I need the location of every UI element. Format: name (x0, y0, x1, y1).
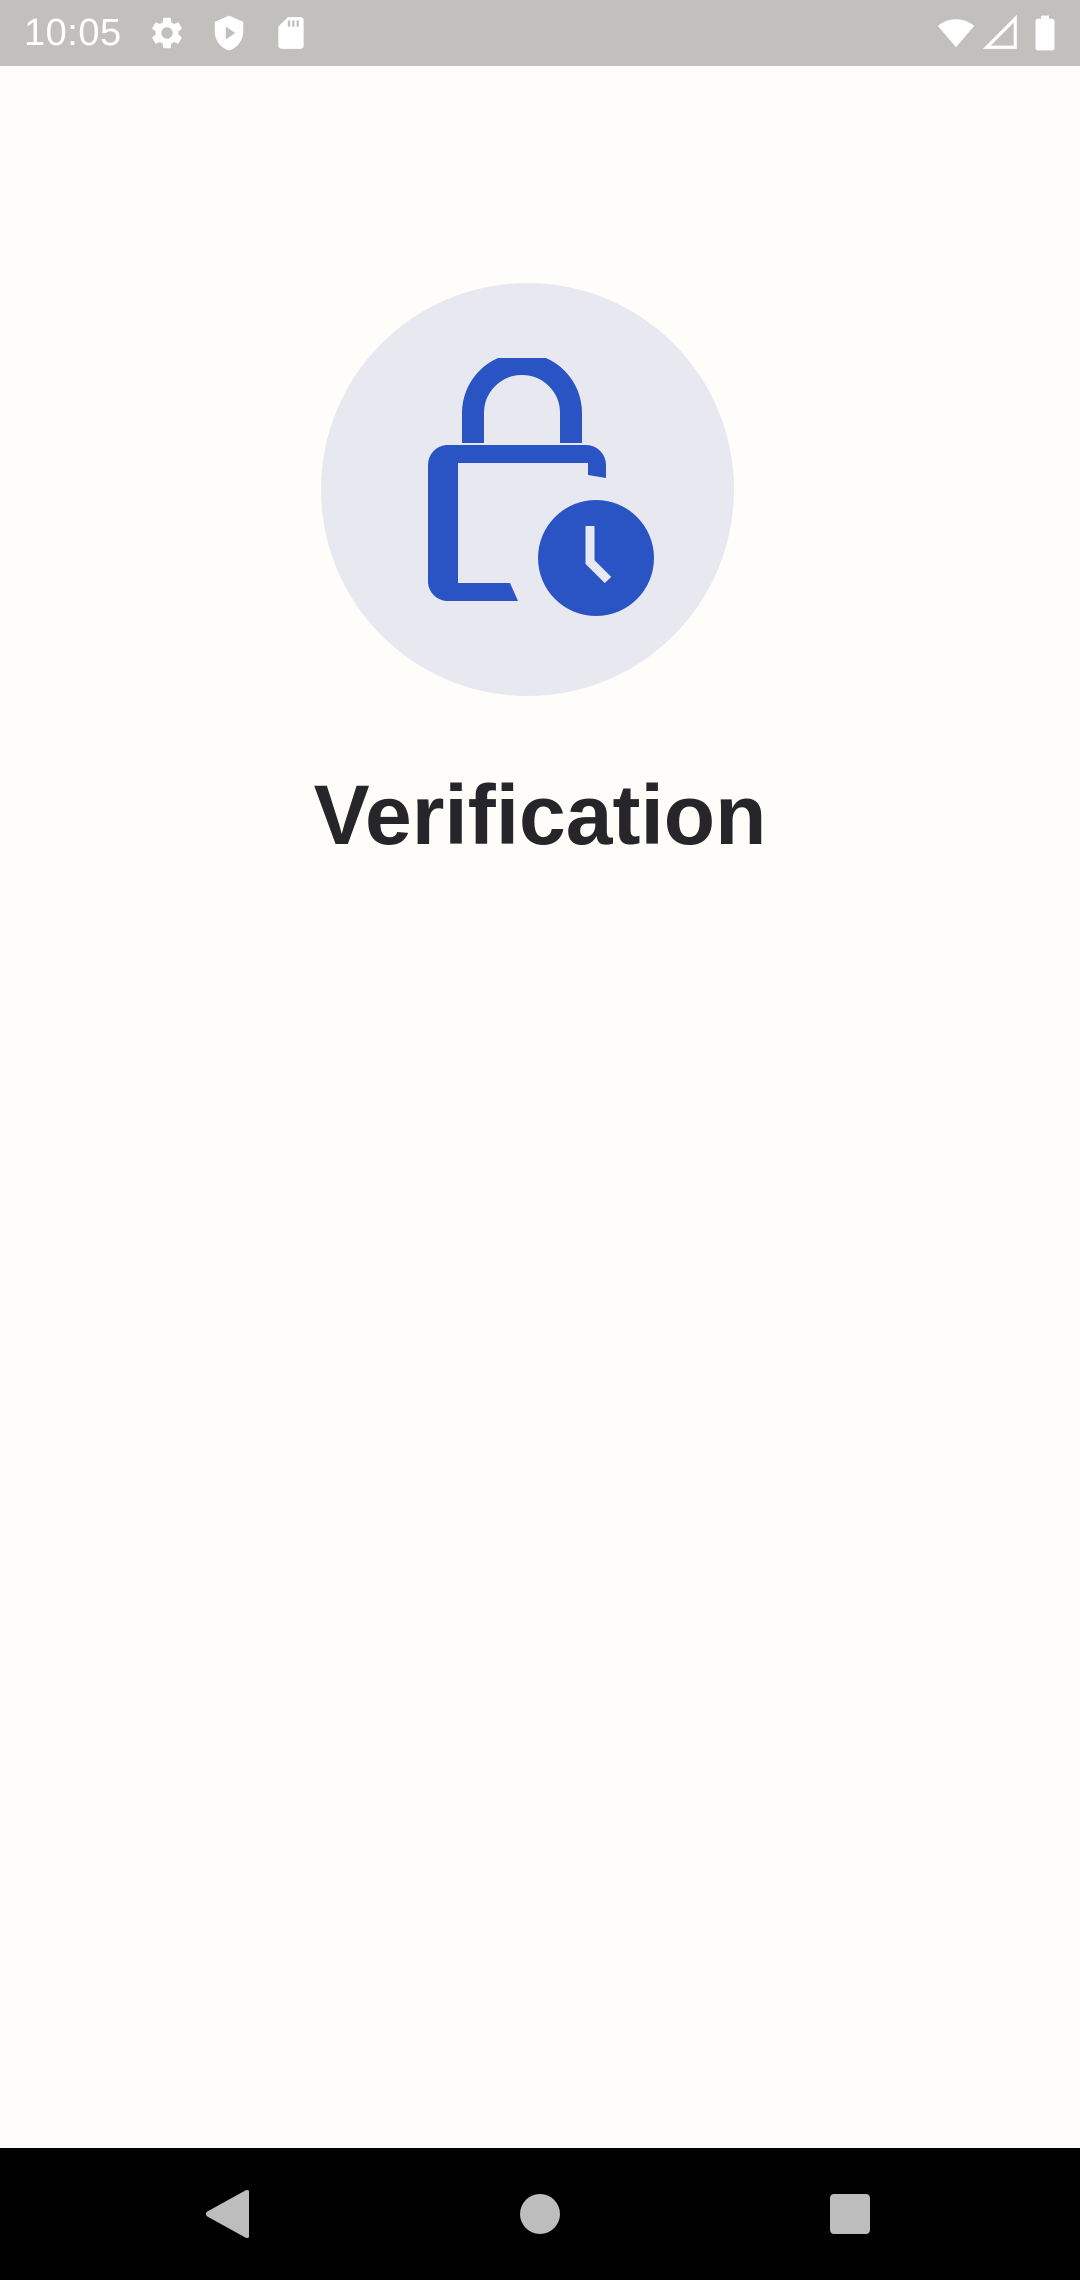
recents-button[interactable] (810, 2174, 890, 2254)
page-title: Verification (313, 768, 767, 862)
status-time: 10:05 (24, 12, 122, 54)
back-icon (206, 2190, 249, 2238)
shield-play-icon (214, 15, 244, 51)
home-button[interactable] (500, 2174, 580, 2254)
lock-clock-icon (427, 358, 654, 616)
back-button[interactable] (186, 2174, 266, 2254)
home-icon (520, 2194, 560, 2234)
battery-icon (1035, 15, 1055, 51)
verification-screen: 10:05 Verification (0, 0, 1080, 2280)
sd-card-icon (278, 17, 304, 49)
navigation-bar (0, 2148, 1080, 2280)
signal-icon (982, 14, 1017, 49)
gear-icon (152, 17, 182, 49)
recents-icon (830, 2194, 870, 2234)
wifi-icon (937, 19, 975, 48)
status-bar: 10:05 (0, 0, 1080, 66)
